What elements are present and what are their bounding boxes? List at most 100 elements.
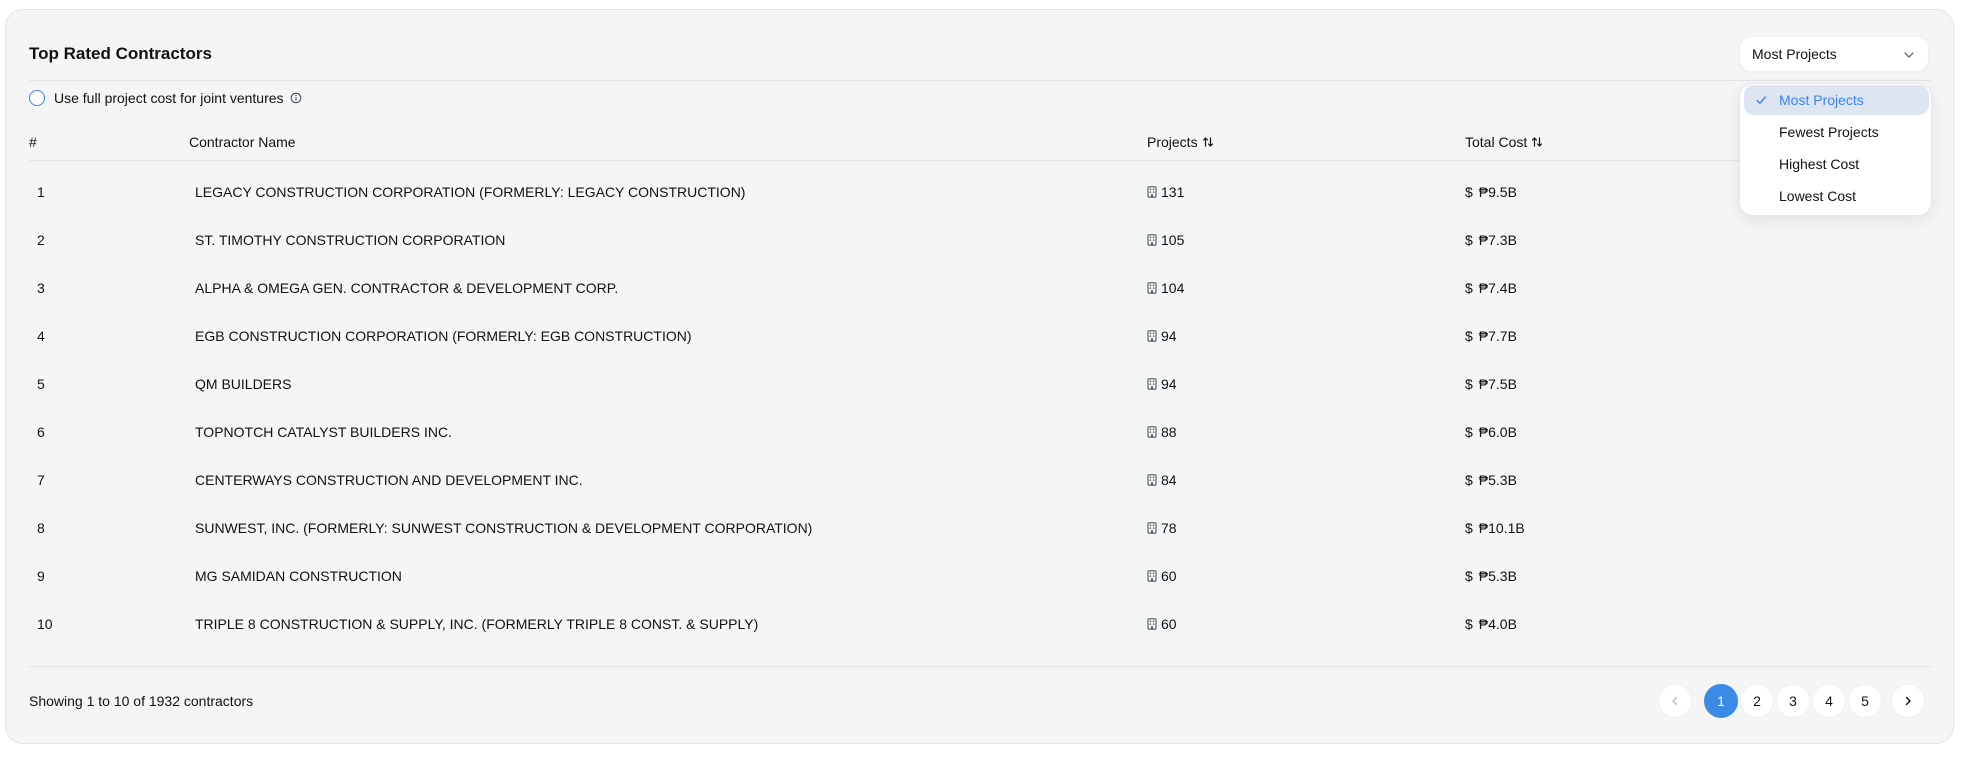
- sort-option-highest-cost[interactable]: Highest Cost: [1744, 149, 1929, 179]
- chevron-left-icon: [1672, 696, 1678, 706]
- project-count: 131: [1147, 168, 1184, 216]
- table-row[interactable]: 9 MG SAMIDAN CONSTRUCTION 60 $ ₱5.3B: [29, 552, 1931, 600]
- total-cost: $ ₱5.3B: [1465, 568, 1517, 584]
- column-contractor-name: Contractor Name: [189, 134, 296, 150]
- joint-venture-radio[interactable]: [29, 90, 45, 106]
- project-count: 88: [1147, 408, 1177, 456]
- contractor-name[interactable]: MG SAMIDAN CONSTRUCTION: [195, 552, 402, 600]
- row-rank: 1: [37, 184, 45, 200]
- footer-divider: [29, 666, 1931, 667]
- pagination-summary: Showing 1 to 10 of 1932 contractors: [29, 693, 254, 709]
- currency-symbol: $: [1465, 472, 1473, 488]
- page-5-button[interactable]: 5: [1848, 684, 1882, 718]
- project-count: 105: [1147, 216, 1184, 264]
- sort-select[interactable]: Most Projects: [1739, 36, 1929, 72]
- currency-symbol: $: [1465, 328, 1473, 344]
- row-rank: 3: [37, 280, 45, 296]
- project-count: 78: [1147, 504, 1177, 552]
- table-row[interactable]: 8 SUNWEST, INC. (FORMERLY: SUNWEST CONSTR…: [29, 504, 1931, 552]
- sort-select-value: Most Projects: [1752, 46, 1837, 62]
- table-row[interactable]: 1 LEGACY CONSTRUCTION CORPORATION (FORMER…: [29, 168, 1931, 216]
- project-count: 84: [1147, 456, 1177, 504]
- row-rank: 10: [37, 616, 53, 632]
- row-rank: 2: [37, 232, 45, 248]
- project-count: 60: [1147, 600, 1177, 648]
- project-count: 94: [1147, 360, 1177, 408]
- chevron-right-icon: [1905, 696, 1911, 706]
- sort-option-fewest-projects[interactable]: Fewest Projects: [1744, 117, 1929, 147]
- row-rank: 7: [37, 472, 45, 488]
- total-cost: $ ₱5.3B: [1465, 472, 1517, 488]
- sort-option-most-projects[interactable]: Most Projects: [1744, 85, 1929, 115]
- building-icon: [1147, 234, 1157, 246]
- check-icon: [1756, 96, 1766, 104]
- joint-venture-toggle[interactable]: Use full project cost for joint ventures: [29, 90, 302, 106]
- total-cost: $ ₱7.3B: [1465, 232, 1517, 248]
- info-icon[interactable]: [290, 92, 302, 104]
- currency-symbol: $: [1465, 376, 1473, 392]
- contractor-name[interactable]: TRIPLE 8 CONSTRUCTION & SUPPLY, INC. (FO…: [195, 600, 758, 648]
- building-icon: [1147, 522, 1157, 534]
- currency-symbol: $: [1465, 520, 1473, 536]
- header-divider: [29, 80, 1931, 81]
- sort-arrows-icon[interactable]: [1531, 136, 1543, 148]
- building-icon: [1147, 426, 1157, 438]
- table-row[interactable]: 10 TRIPLE 8 CONSTRUCTION & SUPPLY, INC. (…: [29, 600, 1931, 648]
- contractor-name[interactable]: CENTERWAYS CONSTRUCTION AND DEVELOPMENT …: [195, 456, 583, 504]
- contractor-name[interactable]: EGB CONSTRUCTION CORPORATION (FORMERLY: …: [195, 312, 692, 360]
- building-icon: [1147, 330, 1157, 342]
- contractor-name[interactable]: ST. TIMOTHY CONSTRUCTION CORPORATION: [195, 216, 505, 264]
- column-projects[interactable]: Projects: [1147, 134, 1214, 150]
- table-header: # Contractor Name Projects Total Cost: [29, 134, 1931, 162]
- currency-symbol: $: [1465, 616, 1473, 632]
- row-rank: 4: [37, 328, 45, 344]
- contractor-name[interactable]: SUNWEST, INC. (FORMERLY: SUNWEST CONSTRU…: [195, 504, 812, 552]
- sort-arrows-icon[interactable]: [1202, 136, 1214, 148]
- total-cost: $ ₱9.5B: [1465, 184, 1517, 200]
- total-cost: $ ₱6.0B: [1465, 424, 1517, 440]
- building-icon: [1147, 186, 1157, 198]
- row-rank: 5: [37, 376, 45, 392]
- next-page-button[interactable]: [1891, 684, 1925, 718]
- project-count: 60: [1147, 552, 1177, 600]
- page-1-button[interactable]: 1: [1704, 684, 1738, 718]
- currency-symbol: $: [1465, 184, 1473, 200]
- row-rank: 8: [37, 520, 45, 536]
- currency-symbol: $: [1465, 568, 1473, 584]
- table-row[interactable]: 6 TOPNOTCH CATALYST BUILDERS INC. 88 $ ₱6.0B: [29, 408, 1931, 456]
- row-rank: 6: [37, 424, 45, 440]
- contractor-name[interactable]: TOPNOTCH CATALYST BUILDERS INC.: [195, 408, 452, 456]
- joint-venture-label: Use full project cost for joint ventures: [54, 90, 284, 106]
- column-rank: #: [29, 134, 37, 150]
- page-3-button[interactable]: 3: [1776, 684, 1810, 718]
- sort-dropdown-menu: Most Projects Fewest Projects Highest Co…: [1739, 83, 1932, 216]
- table-row[interactable]: 7 CENTERWAYS CONSTRUCTION AND DEVELOPMENT…: [29, 456, 1931, 504]
- project-count: 94: [1147, 312, 1177, 360]
- page-2-button[interactable]: 2: [1740, 684, 1774, 718]
- total-cost: $ ₱7.7B: [1465, 328, 1517, 344]
- table-row[interactable]: 5 QM BUILDERS 94 $ ₱7.5B: [29, 360, 1931, 408]
- contractor-name[interactable]: ALPHA & OMEGA GEN. CONTRACTOR & DEVELOPM…: [195, 264, 618, 312]
- building-icon: [1147, 618, 1157, 630]
- column-total-cost[interactable]: Total Cost: [1465, 134, 1543, 150]
- contractor-name[interactable]: QM BUILDERS: [195, 360, 291, 408]
- building-icon: [1147, 474, 1157, 486]
- contractor-name[interactable]: LEGACY CONSTRUCTION CORPORATION (FORMERL…: [195, 168, 745, 216]
- building-icon: [1147, 570, 1157, 582]
- prev-page-button[interactable]: [1658, 684, 1692, 718]
- chevron-down-icon: [1904, 52, 1914, 58]
- currency-symbol: $: [1465, 280, 1473, 296]
- page-4-button[interactable]: 4: [1812, 684, 1846, 718]
- table-row[interactable]: 4 EGB CONSTRUCTION CORPORATION (FORMERLY:…: [29, 312, 1931, 360]
- project-count: 104: [1147, 264, 1184, 312]
- currency-symbol: $: [1465, 424, 1473, 440]
- sort-option-lowest-cost[interactable]: Lowest Cost: [1744, 181, 1929, 211]
- currency-symbol: $: [1465, 232, 1473, 248]
- total-cost: $ ₱7.5B: [1465, 376, 1517, 392]
- total-cost: $ ₱10.1B: [1465, 520, 1525, 536]
- total-cost: $ ₱7.4B: [1465, 280, 1517, 296]
- table-row[interactable]: 2 ST. TIMOTHY CONSTRUCTION CORPORATION 105…: [29, 216, 1931, 264]
- table-row[interactable]: 3 ALPHA & OMEGA GEN. CONTRACTOR & DEVELOP…: [29, 264, 1931, 312]
- card-title: Top Rated Contractors: [29, 44, 212, 63]
- building-icon: [1147, 378, 1157, 390]
